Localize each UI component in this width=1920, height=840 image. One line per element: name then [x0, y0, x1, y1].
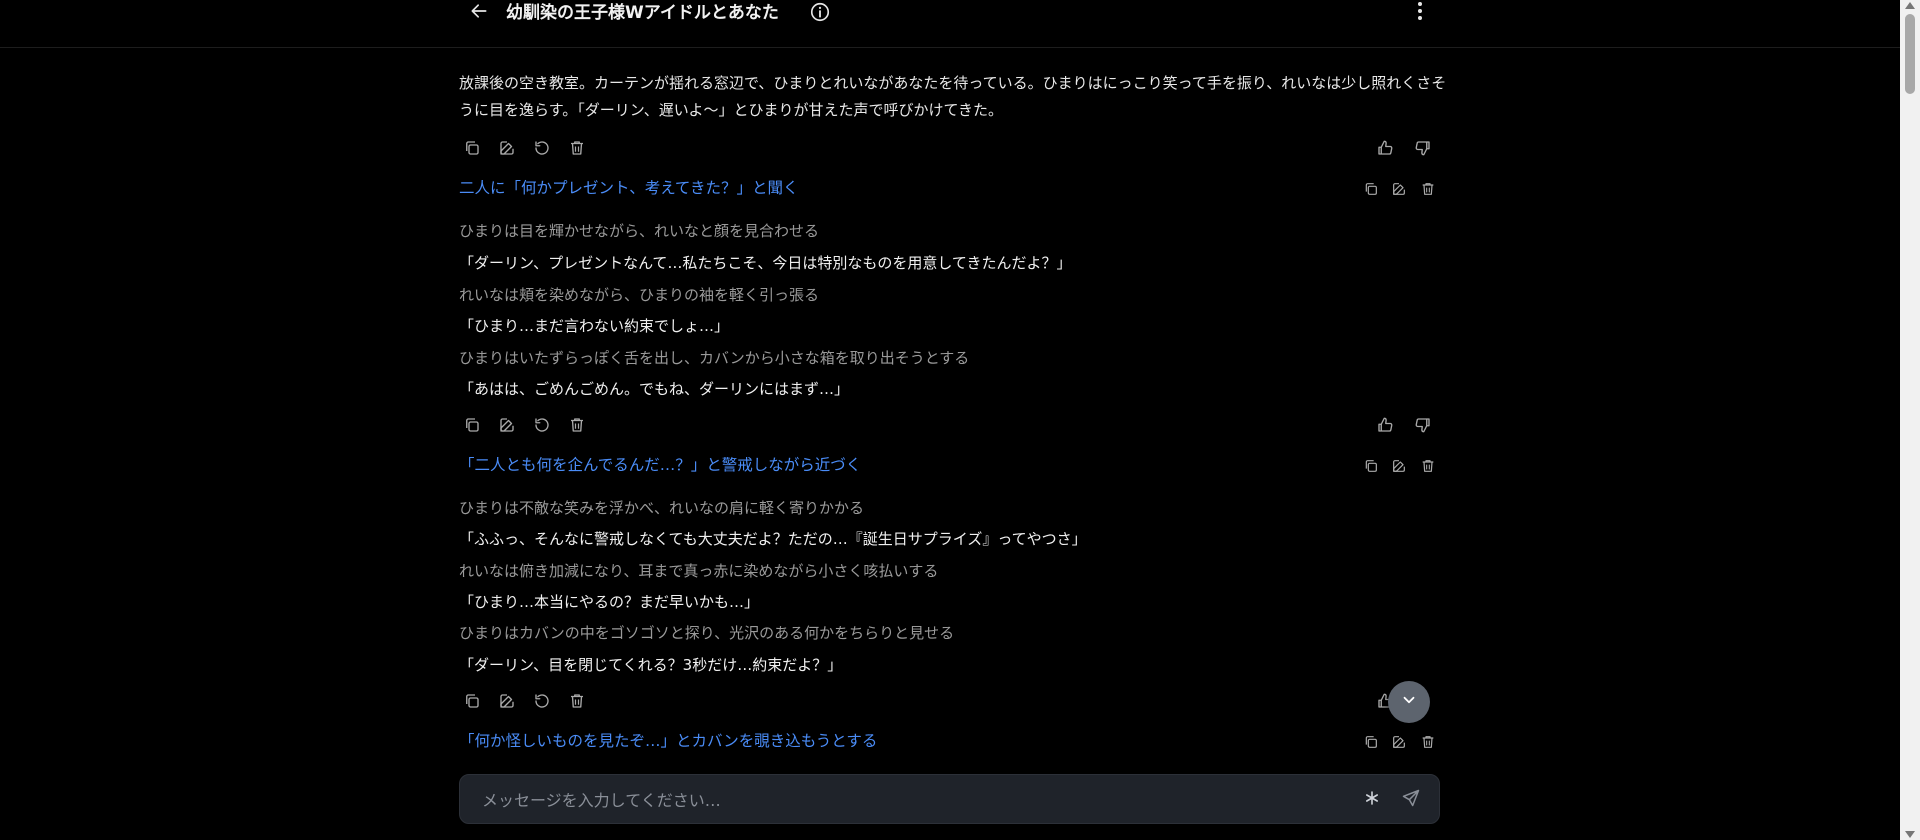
copy-button[interactable]: [459, 135, 485, 161]
like-button[interactable]: [1372, 412, 1398, 438]
info-button[interactable]: [808, 2, 832, 26]
info-icon: [809, 1, 831, 27]
chat-messages: 放課後の空き教室。カーテンが揺れる窓辺で、ひまりとれいながあなたを待っている。ひ…: [0, 48, 1900, 768]
ai-dialogue: 「ひまり…本当にやるの？まだ早いかも…」: [459, 593, 760, 611]
ai-dialogue: 「ダーリン、目を閉じてくれる？3秒だけ…約束だよ？」: [459, 656, 843, 674]
user-message-text: 「何か怪しいものを見たぞ…」とカバンを覗き込もうとする: [459, 732, 878, 750]
user-message-text: 二人に「何かプレゼント、考えてきた？」と聞く: [459, 179, 799, 197]
user-copy-button[interactable]: [1358, 729, 1384, 755]
copy-button[interactable]: [459, 688, 485, 714]
user-edit-button[interactable]: [1386, 453, 1412, 479]
user-edit-button[interactable]: [1386, 176, 1412, 202]
regenerate-button[interactable]: [529, 135, 555, 161]
ai-message-text: 放課後の空き教室。カーテンが揺れる窓辺で、ひまりとれいながあなたを待っている。ひ…: [459, 74, 1447, 119]
send-icon: [1401, 788, 1421, 812]
trash-icon: [1420, 181, 1436, 197]
trash-icon: [1420, 458, 1436, 474]
user-copy-button[interactable]: [1358, 453, 1384, 479]
edit-icon: [1391, 734, 1407, 750]
send-button[interactable]: [1398, 787, 1424, 813]
ai-dialogue: 「ひまり…まだ言わない約束でしょ…」: [459, 317, 730, 335]
copy-icon: [463, 139, 481, 157]
copy-icon: [1363, 181, 1379, 197]
asterisk-button[interactable]: [1359, 787, 1385, 813]
copy-icon: [1363, 734, 1379, 750]
scroll-thumb[interactable]: [1905, 14, 1915, 94]
ai-dialogue: 「ダーリン、プレゼントなんて…私たちこそ、今日は特別なものを用意してきたんだよ？…: [459, 254, 1072, 272]
ai-dialogue: 「あはは、ごめんごめん。でもね、ダーリンにはまず…」: [459, 380, 850, 398]
copy-icon: [463, 692, 481, 710]
dislike-button[interactable]: [1410, 135, 1436, 161]
trash-icon: [568, 692, 586, 710]
copy-button[interactable]: [459, 412, 485, 438]
chat-title: 幼馴染の王子様Wアイドルとあなた: [506, 3, 779, 23]
user-message-text: 「二人とも何を企んでるんだ…？」と警戒しながら近づく: [459, 456, 862, 474]
user-copy-button[interactable]: [1358, 176, 1384, 202]
trash-icon: [1420, 734, 1436, 750]
user-delete-button[interactable]: [1415, 176, 1441, 202]
page-scrollbar[interactable]: [1900, 0, 1920, 840]
edit-icon: [1391, 181, 1407, 197]
copy-icon: [1363, 458, 1379, 474]
edit-icon: [1391, 458, 1407, 474]
message-composer: [459, 774, 1440, 825]
arrow-left-icon: [469, 1, 489, 25]
chevron-down-icon: [1400, 691, 1418, 713]
edit-button[interactable]: [494, 135, 520, 161]
more-options-button[interactable]: [1408, 0, 1432, 26]
trash-icon: [568, 416, 586, 434]
edit-icon: [498, 692, 516, 710]
ai-narration: ひまりはカバンの中をゴソゴソと探り、光沢のある何かをちらりと見せる: [459, 624, 955, 642]
ai-narration: ひまりは不敵な笑みを浮かべ、れいなの肩に軽く寄りかかる: [459, 499, 865, 517]
delete-button[interactable]: [564, 135, 590, 161]
edit-button[interactable]: [494, 412, 520, 438]
regenerate-button[interactable]: [529, 688, 555, 714]
user-delete-button[interactable]: [1415, 453, 1441, 479]
message-input[interactable]: [480, 775, 1364, 825]
edit-icon: [498, 139, 516, 157]
scroll-to-bottom-button[interactable]: [1388, 681, 1430, 723]
ai-narration: れいなは頬を染めながら、ひまりの袖を軽く引っ張る: [459, 286, 820, 304]
thumbs-up-icon: [1376, 416, 1394, 434]
delete-button[interactable]: [564, 412, 590, 438]
delete-button[interactable]: [564, 688, 590, 714]
scroll-up-arrow[interactable]: [1905, 2, 1915, 9]
regenerate-icon: [533, 139, 551, 157]
trash-icon: [568, 139, 586, 157]
user-edit-button[interactable]: [1386, 729, 1412, 755]
thumbs-down-icon: [1414, 139, 1432, 157]
regenerate-icon: [533, 692, 551, 710]
regenerate-icon: [533, 416, 551, 434]
dislike-button[interactable]: [1410, 412, 1436, 438]
chat-header: 幼馴染の王子様Wアイドルとあなた: [0, 0, 1900, 48]
ai-narration: ひまりはいたずらっぽく舌を出し、カバンから小さな箱を取り出そうとする: [459, 349, 970, 367]
ai-narration: ひまりは目を輝かせながら、れいなと顔を見合わせる: [459, 222, 820, 240]
regenerate-button[interactable]: [529, 412, 555, 438]
asterisk-icon: [1364, 790, 1380, 810]
thumbs-down-icon: [1414, 416, 1432, 434]
back-button[interactable]: [466, 0, 492, 26]
like-button[interactable]: [1372, 135, 1398, 161]
scroll-down-arrow[interactable]: [1905, 831, 1915, 838]
edit-button[interactable]: [494, 688, 520, 714]
ai-dialogue: 「ふふっ、そんなに警戒しなくても大丈夫だよ？ただの…『誕生日サプライズ』ってやつ…: [459, 530, 1087, 548]
edit-icon: [498, 416, 516, 434]
thumbs-up-icon: [1376, 139, 1394, 157]
ai-narration: れいなは俯き加減になり、耳まで真っ赤に染めながら小さく咳払いする: [459, 562, 939, 580]
user-delete-button[interactable]: [1415, 729, 1441, 755]
more-vertical-icon: [1417, 1, 1423, 25]
copy-icon: [463, 416, 481, 434]
